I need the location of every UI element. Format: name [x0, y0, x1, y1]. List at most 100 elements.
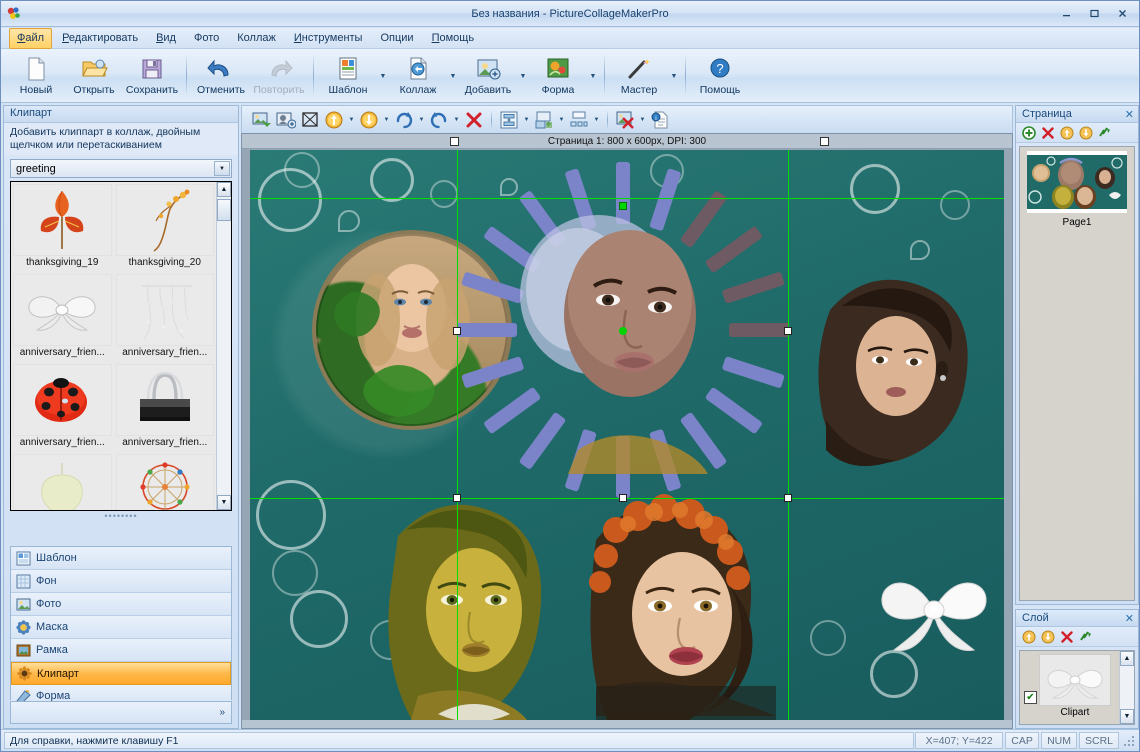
delete-layer-icon[interactable]: [1060, 630, 1074, 644]
photo-object-dark-woman[interactable]: [810, 270, 1000, 470]
flip-horizontal-icon[interactable]: [532, 108, 556, 132]
scroll-up-icon[interactable]: ▲: [217, 182, 231, 197]
minimize-button[interactable]: [1053, 4, 1079, 23]
page-thumbnail[interactable]: [1027, 151, 1127, 213]
clipart-object-white-bow[interactable]: [870, 550, 1000, 670]
remove-background-dropdown[interactable]: ▼: [637, 108, 648, 132]
layer-scrollbar[interactable]: ▲ ▼: [1119, 651, 1134, 724]
layer-scroll-down-icon[interactable]: ▼: [1120, 709, 1134, 724]
close-icon[interactable]: ✕: [1125, 108, 1134, 121]
sidebar-item-frame[interactable]: Рамка: [11, 639, 231, 662]
bring-forward-icon[interactable]: [322, 108, 346, 132]
menu-edit[interactable]: Редактировать: [54, 28, 146, 49]
toolbar-collage-dropdown[interactable]: ▼: [447, 51, 459, 101]
toolbar-redo-button[interactable]: Повторить: [250, 51, 308, 101]
refresh-layers-icon[interactable]: [1079, 630, 1093, 644]
scroll-down-icon[interactable]: ▼: [217, 495, 231, 510]
photo-object-autumn-woman[interactable]: [580, 490, 790, 720]
photo-object-yellow-woman[interactable]: [378, 490, 578, 720]
chevron-down-icon[interactable]: ▼: [214, 161, 230, 176]
toolbar-new-button[interactable]: Новый: [7, 51, 65, 101]
rotation-handle[interactable]: [619, 202, 627, 210]
distribute-dropdown[interactable]: ▼: [591, 108, 602, 132]
maximize-button[interactable]: [1081, 4, 1107, 23]
toolbar-undo-button[interactable]: Отменить: [192, 51, 250, 101]
resize-grip[interactable]: [1122, 734, 1136, 748]
clipart-item[interactable]: [114, 452, 217, 510]
add-page-icon[interactable]: [1022, 125, 1036, 140]
close-button[interactable]: [1109, 4, 1135, 23]
layer-list[interactable]: ✔ Clipart ▲ ▼: [1019, 650, 1135, 725]
layer-visibility-checkbox[interactable]: ✔: [1024, 691, 1037, 704]
rotate-left-icon[interactable]: [427, 108, 451, 132]
align-vertical-dropdown[interactable]: ▼: [521, 108, 532, 132]
menu-view[interactable]: Вид: [148, 28, 184, 49]
clipart-item[interactable]: anniversary_frien...: [114, 362, 217, 452]
layer-thumbnail[interactable]: [1039, 654, 1111, 706]
resize-handle-bottom-center[interactable]: [619, 494, 627, 502]
resize-handle-bottom-right[interactable]: [784, 494, 792, 502]
remove-background-icon[interactable]: [613, 108, 637, 132]
toolbar-collage-button[interactable]: Коллаж: [389, 51, 447, 101]
document-viewport[interactable]: [250, 150, 1004, 720]
rotate-right-icon[interactable]: [392, 108, 416, 132]
page-list[interactable]: Page1: [1019, 146, 1135, 601]
clipart-item[interactable]: thanksgiving_19: [11, 182, 114, 272]
layer-item[interactable]: ✔ Clipart: [1023, 654, 1127, 718]
clipart-item[interactable]: anniversary_frien...: [11, 362, 114, 452]
canvas-horizontal-scrollbar[interactable]: [242, 720, 1012, 728]
panel-expand-button[interactable]: »: [10, 701, 232, 724]
toolbar-shape-button[interactable]: Форма: [529, 51, 587, 101]
toolbar-template-button[interactable]: Шаблон: [319, 51, 377, 101]
clipart-item[interactable]: anniversary_frien...: [114, 272, 217, 362]
toolbar-open-button[interactable]: Открыть: [65, 51, 123, 101]
add-mask-icon[interactable]: [274, 108, 298, 132]
sidebar-item-mask[interactable]: Маска: [11, 616, 231, 639]
layer-down-icon[interactable]: [1041, 630, 1055, 644]
sidebar-item-background[interactable]: Фон: [11, 570, 231, 593]
resize-handle-mid-right[interactable]: [784, 327, 792, 335]
refresh-pages-icon[interactable]: [1098, 126, 1112, 140]
toolbar-template-dropdown[interactable]: ▼: [377, 51, 389, 101]
sidebar-item-clipart[interactable]: Клипарт: [11, 662, 231, 685]
move-page-up-icon[interactable]: [1060, 126, 1074, 140]
page-handle-right[interactable]: [820, 137, 829, 146]
toolbar-add-button[interactable]: Добавить: [459, 51, 517, 101]
layer-up-icon[interactable]: [1022, 630, 1036, 644]
clipart-item[interactable]: thanksgiving_20: [114, 182, 217, 272]
sidebar-item-template[interactable]: Шаблон: [11, 547, 231, 570]
toolbar-save-button[interactable]: Сохранить: [123, 51, 181, 101]
clipart-category-select[interactable]: greeting ▼: [10, 159, 232, 178]
clipart-item[interactable]: [11, 452, 114, 510]
flip-horizontal-dropdown[interactable]: ▼: [556, 108, 567, 132]
scrollbar-thumb[interactable]: [217, 199, 231, 221]
menu-tools[interactable]: Инструменты: [286, 28, 371, 49]
toolbar-wizard-button[interactable]: Мастер: [610, 51, 668, 101]
send-backward-dropdown[interactable]: ▼: [381, 108, 392, 132]
clipart-scrollbar[interactable]: ▲ ▼: [216, 182, 231, 510]
crop-transform-icon[interactable]: [298, 108, 322, 132]
resize-handle-bottom-left[interactable]: [453, 494, 461, 502]
rotate-right-dropdown[interactable]: ▼: [416, 108, 427, 132]
add-image-icon[interactable]: [250, 108, 274, 132]
object-center-pivot[interactable]: [619, 327, 627, 335]
page-handle-left[interactable]: [450, 137, 459, 146]
align-vertical-icon[interactable]: [497, 108, 521, 132]
distribute-icon[interactable]: [567, 108, 591, 132]
send-backward-icon[interactable]: [357, 108, 381, 132]
toolbar-help-button[interactable]: ? Помощь: [691, 51, 749, 101]
menu-photo[interactable]: Фото: [186, 28, 227, 49]
delete-red-x-icon[interactable]: [462, 108, 486, 132]
menu-file[interactable]: Файл: [9, 27, 53, 49]
properties-info-icon[interactable]: i: [648, 108, 672, 132]
toolbar-add-dropdown[interactable]: ▼: [517, 51, 529, 101]
menu-options[interactable]: Опции: [372, 28, 421, 49]
menu-help[interactable]: Помощь: [424, 28, 483, 49]
bring-forward-dropdown[interactable]: ▼: [346, 108, 357, 132]
toolbar-shape-dropdown[interactable]: ▼: [587, 51, 599, 101]
clipart-item[interactable]: anniversary_frien...: [11, 272, 114, 362]
sidebar-item-photo[interactable]: Фото: [11, 593, 231, 616]
close-icon[interactable]: ✕: [1125, 612, 1134, 625]
delete-page-icon[interactable]: [1041, 126, 1055, 140]
menu-collage[interactable]: Коллаж: [229, 28, 284, 49]
